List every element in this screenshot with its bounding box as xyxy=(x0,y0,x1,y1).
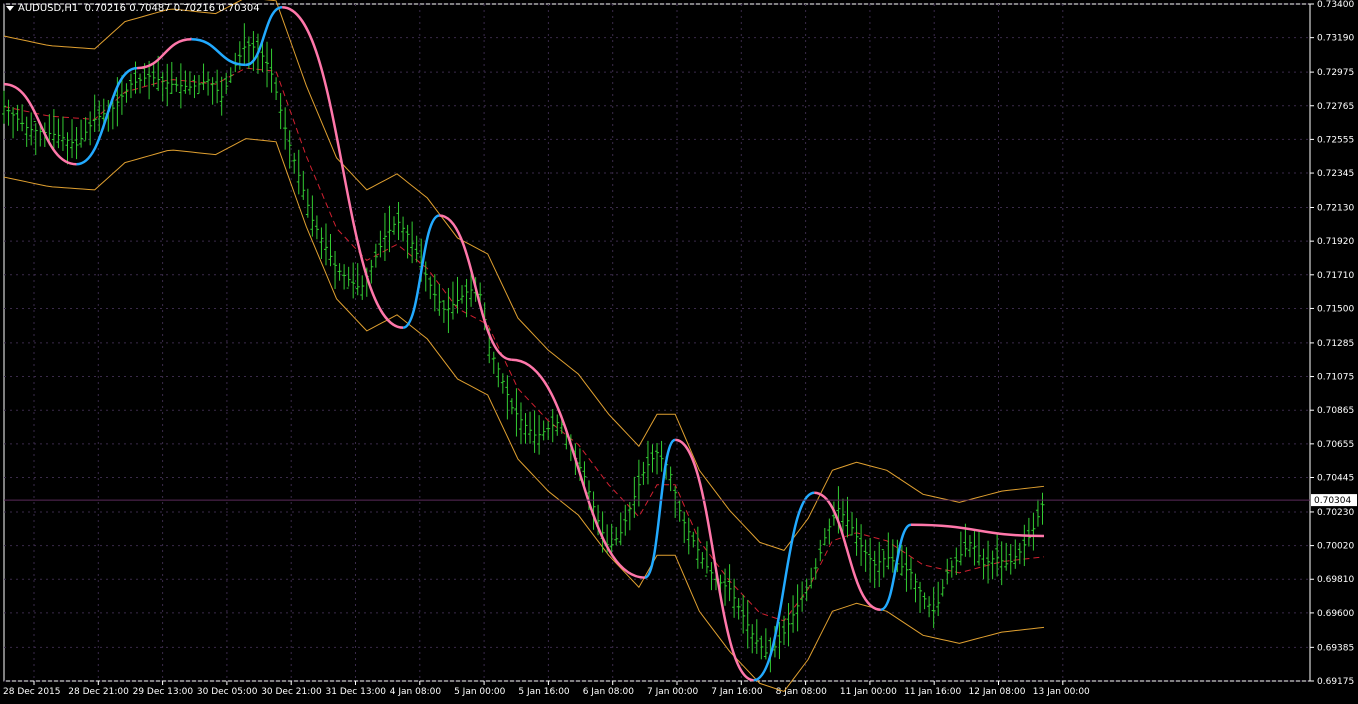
price-tick-label: 0.71710 xyxy=(1317,271,1354,281)
trend-line-down xyxy=(511,358,645,579)
price-tick-label: 0.72555 xyxy=(1317,135,1354,145)
time-tick-label: 29 Dec 13:00 xyxy=(133,687,194,697)
price-tick-label: 0.71500 xyxy=(1317,304,1354,314)
price-tick-label: 0.72345 xyxy=(1317,169,1354,179)
price-tick-label: 0.71920 xyxy=(1317,237,1354,247)
trend-line-down xyxy=(282,5,404,329)
symbol-label: AUDUSD,H1 xyxy=(18,3,79,14)
time-tick-label: 5 Jan 00:00 xyxy=(454,687,506,697)
trend-line-up xyxy=(402,214,440,329)
price-tick-label: 0.70655 xyxy=(1317,440,1354,450)
price-tick-label: 0.70020 xyxy=(1317,542,1354,552)
time-tick-label: 5 Jan 16:00 xyxy=(518,687,570,697)
time-tick-label: 7 Jan 00:00 xyxy=(647,687,699,697)
time-tick-label: 30 Dec 05:00 xyxy=(197,687,258,697)
price-chart[interactable]: 0.73400 0.73190 0.72975 0.72765 0.72555 0.723… xyxy=(0,0,1358,700)
price-tick-label: 0.70865 xyxy=(1317,406,1354,416)
lower-band-line xyxy=(3,138,1045,693)
time-tick-label: 11 Jan 00:00 xyxy=(840,687,897,697)
time-tick-label: 7 Jan 16:00 xyxy=(711,687,763,697)
price-tick-label: 0.69385 xyxy=(1317,643,1354,653)
price-tick-label: 0.72130 xyxy=(1317,204,1354,214)
ohlc-values: 0.70216 0.70487 0.70216 0.70304 xyxy=(84,3,260,14)
price-tick-label: 0.72975 xyxy=(1317,68,1354,78)
price-tick-label: 0.69600 xyxy=(1317,609,1354,619)
price-tick-label: 0.71075 xyxy=(1317,373,1354,383)
price-tick-label: 0.73190 xyxy=(1317,34,1354,44)
price-tick-label: 0.69175 xyxy=(1317,677,1354,687)
trend-line-down xyxy=(3,82,77,166)
time-tick-label: 28 Dec 21:00 xyxy=(68,687,129,697)
price-tick-label: 0.69810 xyxy=(1317,575,1354,585)
chart-root[interactable]: AUDUSD,H1 0.70216 0.70487 0.70216 0.7030… xyxy=(0,0,1358,700)
price-tick-label: 0.72765 xyxy=(1317,102,1354,112)
time-tick-label: 28 Dec 2015 xyxy=(3,687,61,697)
price-tick-label: 0.73400 xyxy=(1317,0,1354,10)
dropdown-triangle-icon[interactable] xyxy=(6,5,14,11)
time-tick-label: 11 Jan 16:00 xyxy=(904,687,961,697)
trend-line-up xyxy=(644,438,676,579)
time-tick-label: 30 Dec 21:00 xyxy=(261,687,322,697)
trend-line-down xyxy=(439,214,513,361)
time-tick-label: 4 Jan 08:00 xyxy=(390,687,442,697)
time-tick-label: 13 Jan 00:00 xyxy=(1033,687,1090,697)
time-tick-label: 12 Jan 08:00 xyxy=(969,687,1026,697)
time-tick-label: 8 Jan 08:00 xyxy=(776,687,828,697)
time-tick-label: 31 Dec 13:00 xyxy=(326,687,387,697)
chart-title: AUDUSD,H1 0.70216 0.70487 0.70216 0.7030… xyxy=(6,3,260,14)
price-tick-label: 0.71285 xyxy=(1317,339,1354,349)
time-tick-label: 6 Jan 08:00 xyxy=(583,687,635,697)
trend-line-down xyxy=(136,38,192,70)
price-tick-label: 0.70445 xyxy=(1317,473,1354,483)
current-price-label: 0.70304 xyxy=(1314,496,1351,506)
trend-line-up xyxy=(191,38,246,67)
trend-line-up xyxy=(76,66,138,166)
price-tick-label: 0.70230 xyxy=(1317,508,1354,518)
trend-line-down xyxy=(674,438,755,682)
